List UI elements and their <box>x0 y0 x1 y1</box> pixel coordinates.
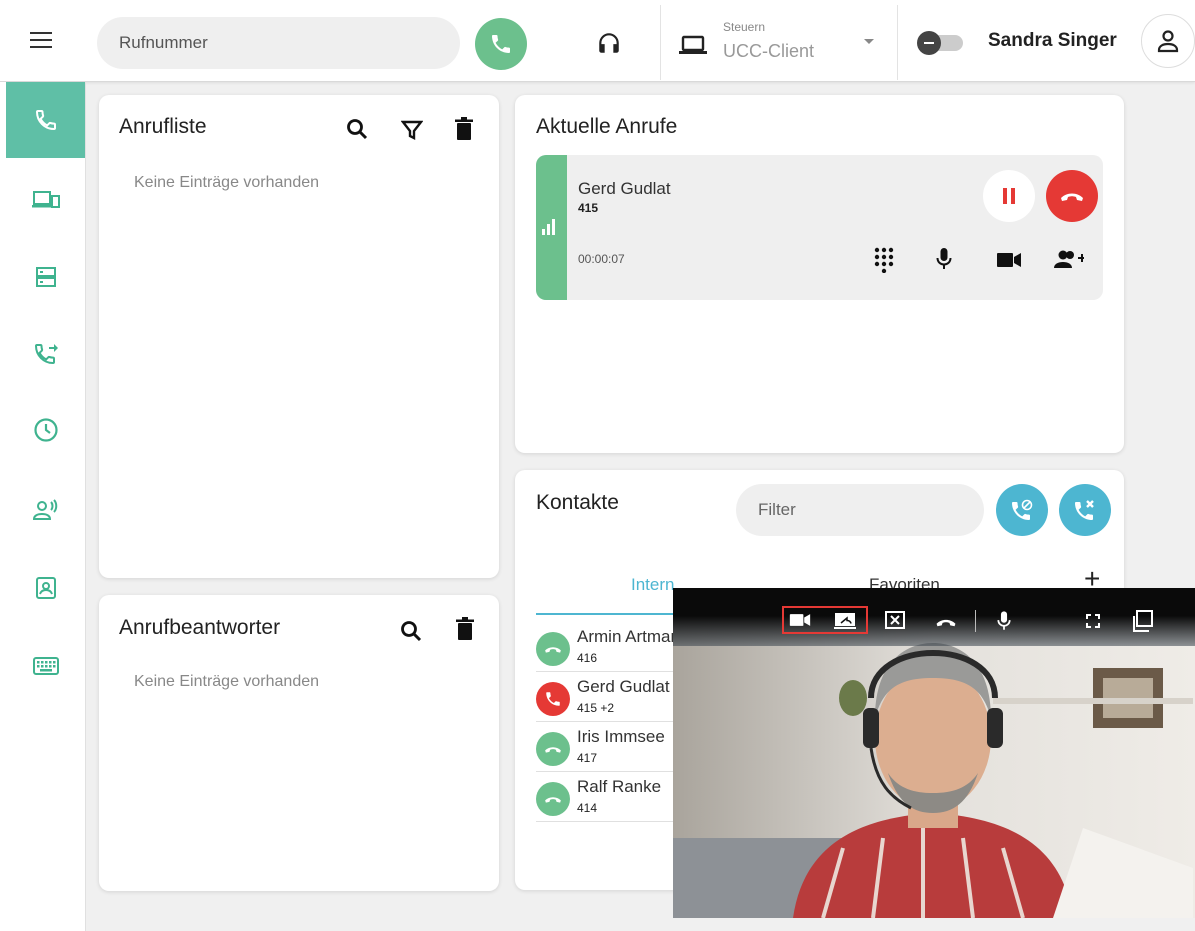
signal-icon <box>542 219 555 235</box>
dialpad-icon[interactable] <box>874 247 894 273</box>
toolbar-divider <box>975 610 976 632</box>
hangup-icon <box>1061 193 1083 201</box>
sidebar-item-history[interactable] <box>6 392 85 468</box>
headset-icon[interactable] <box>596 30 622 61</box>
search-icon[interactable] <box>399 619 423 643</box>
pause-icon <box>1003 188 1015 204</box>
control-label: Steuern <box>723 20 766 34</box>
fullscreen-icon[interactable] <box>1086 614 1100 628</box>
control-value: UCC-Client <box>723 41 815 61</box>
sidebar-item-keypad[interactable] <box>6 628 85 704</box>
sidebar-item-devices[interactable] <box>6 162 85 238</box>
dropdown-arrow-icon <box>864 39 874 44</box>
active-call-item[interactable]: Gerd Gudlat 415 00:00:07 <box>536 155 1103 300</box>
video-camera-icon[interactable] <box>996 252 1022 268</box>
phone-available-icon <box>536 732 570 766</box>
voicemail-card: Anrufbeantworter Keine Einträge vorhande… <box>99 595 499 891</box>
tab-indicator <box>536 613 676 615</box>
sidebar-item-forwarding[interactable] <box>6 315 85 391</box>
sidebar-item-presence[interactable] <box>6 472 85 548</box>
top-bar: Steuern UCC-Client Sandra Singer <box>0 0 1195 82</box>
call-status-strip <box>536 155 567 300</box>
phone-available-icon <box>536 782 570 816</box>
filter-icon[interactable] <box>401 119 423 141</box>
minus-icon <box>917 31 941 55</box>
tab-intern[interactable]: Intern <box>631 575 674 595</box>
sidebar-item-server[interactable] <box>6 239 85 315</box>
card-title: Anrufbeantworter <box>119 616 281 639</box>
dial-button[interactable] <box>475 18 527 70</box>
sidebar-item-contacts[interactable] <box>6 550 85 626</box>
phone-number-input[interactable] <box>97 17 460 69</box>
contact-row[interactable]: Iris Immsee 417 <box>536 722 676 772</box>
contact-name: Armin Artmann <box>577 627 676 646</box>
contact-number: 416 <box>577 651 598 665</box>
hangup-icon[interactable] <box>933 616 959 628</box>
microphone-icon[interactable] <box>997 610 1011 632</box>
close-video-icon[interactable] <box>885 611 905 629</box>
contact-name: Gerd Gudlat <box>577 677 670 696</box>
caller-name: Gerd Gudlat <box>578 179 671 198</box>
add-participant-icon[interactable] <box>1054 249 1084 269</box>
call-cancel-button[interactable] <box>1059 484 1111 536</box>
call-duration: 00:00:07 <box>578 252 625 266</box>
contact-row[interactable]: Gerd Gudlat 415 +2 <box>536 672 676 722</box>
contact-name: Ralf Ranke <box>577 777 662 796</box>
clock-icon <box>33 418 58 442</box>
user-name: Sandra Singer <box>988 30 1117 51</box>
card-title: Aktuelle Anrufe <box>536 115 678 138</box>
phone-icon <box>492 35 510 53</box>
divider <box>660 5 661 80</box>
devices-icon <box>31 191 60 208</box>
hold-button[interactable] <box>983 170 1035 222</box>
trash-icon[interactable] <box>454 117 474 141</box>
popout-window-icon[interactable] <box>1131 610 1153 632</box>
phone-busy-icon <box>536 682 570 716</box>
call-redirect-button[interactable] <box>996 484 1048 536</box>
server-icon <box>35 267 56 287</box>
card-title: Anrufliste <box>119 115 207 138</box>
call-list-card: Anrufliste Keine Einträge vorhanden <box>99 95 499 578</box>
contact-row[interactable]: Ralf Ranke 414 <box>536 772 676 822</box>
dnd-toggle[interactable] <box>917 31 965 55</box>
phone-icon <box>35 110 56 131</box>
caller-number: 415 <box>578 201 599 215</box>
call-forward-icon <box>34 344 58 365</box>
sidebar-item-calls[interactable] <box>6 82 85 158</box>
video-camera-icon[interactable] <box>789 613 811 627</box>
trash-icon[interactable] <box>455 617 475 641</box>
card-title: Kontakte <box>536 491 619 514</box>
video-call-window[interactable] <box>673 588 1195 918</box>
presence-icon <box>32 499 57 520</box>
empty-message: Keine Einträge vorhanden <box>134 174 320 191</box>
contact-number: 417 <box>577 751 598 765</box>
hamburger-menu-icon[interactable] <box>30 32 52 48</box>
screen-share-icon[interactable] <box>834 612 856 630</box>
person-icon <box>1157 30 1179 53</box>
user-avatar-button[interactable] <box>1141 14 1195 68</box>
phone-forbidden-icon <box>1012 499 1033 520</box>
keyboard-icon <box>32 657 59 675</box>
hangup-button[interactable] <box>1046 170 1098 222</box>
contact-card-icon <box>35 577 56 599</box>
divider <box>897 5 898 80</box>
sidebar <box>0 82 86 931</box>
microphone-icon[interactable] <box>936 247 952 271</box>
control-device-select[interactable]: Steuern UCC-Client <box>676 14 886 70</box>
contact-number: 414 <box>577 801 598 815</box>
laptop-icon <box>679 35 707 54</box>
empty-message: Keine Einträge vorhanden <box>134 673 320 690</box>
contact-name: Iris Immsee <box>577 727 665 746</box>
contact-number: 415 +2 <box>577 701 615 715</box>
search-icon[interactable] <box>345 117 369 141</box>
contacts-filter-input[interactable] <box>736 484 984 536</box>
contact-row[interactable]: Armin Artmann 416 <box>536 622 676 672</box>
phone-available-icon <box>536 632 570 666</box>
phone-cancel-icon <box>1075 500 1094 520</box>
